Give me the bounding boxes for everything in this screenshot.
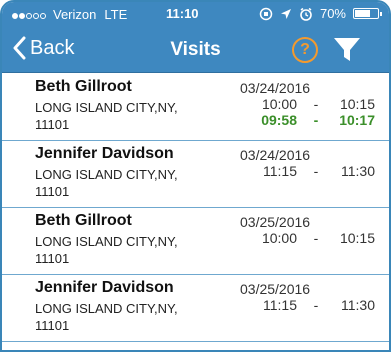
signal-dot <box>26 13 32 19</box>
scheduled-end: 10:15 <box>339 96 375 112</box>
visit-row[interactable]: Beth Gillroot LONG ISLAND CITY,NY, 11101 03… <box>2 74 389 141</box>
page-title: Visits <box>170 39 221 60</box>
signal-dot <box>19 13 25 19</box>
scheduled-time: 10:00- 10:15 <box>240 96 385 112</box>
battery-icon <box>353 8 382 19</box>
time-separator: - <box>313 163 319 179</box>
visit-date: 03/24/2016 <box>240 147 311 163</box>
address-line1: LONG ISLAND CITY,NY, <box>35 234 178 249</box>
scheduled-start: 10:00 <box>261 230 297 246</box>
address-line2: 11101 <box>35 318 70 333</box>
scheduled-end: 10:15 <box>339 230 375 246</box>
status-bar: Verizon LTE 11:10 70% <box>2 2 389 27</box>
signal-dot <box>33 13 39 19</box>
visit-date: 03/25/2016 <box>240 214 311 230</box>
address-line2: 11101 <box>35 251 70 266</box>
navigation-bar: Back Visits ? <box>2 27 389 73</box>
address-line2: 11101 <box>35 184 70 199</box>
status-icons: 70% <box>259 6 382 21</box>
time-separator: - <box>313 230 319 246</box>
client-address: LONG ISLAND CITY,NY, 11101 <box>35 300 225 334</box>
client-name: Jennifer Davidson <box>35 145 174 162</box>
visit-date: 03/25/2016 <box>240 281 311 297</box>
actual-start: 09:58 <box>261 112 297 128</box>
actual-time: 09:58- 10:17 <box>240 112 385 128</box>
status-time: 11:10 <box>166 6 199 21</box>
visit-schedule: 03/24/2016 11:15- 11:30 <box>240 147 385 179</box>
battery-fill <box>355 10 370 17</box>
battery-percent: 70% <box>319 6 346 21</box>
time-separator: - <box>313 297 319 313</box>
address-line1: LONG ISLAND CITY,NY, <box>35 100 178 115</box>
screen-rotation-lock-icon <box>259 7 273 20</box>
scheduled-time: 10:00- 10:15 <box>240 230 385 246</box>
scheduled-end: 11:30 <box>341 297 375 313</box>
scheduled-time: 11:15- 11:30 <box>240 163 385 179</box>
visit-schedule: 03/25/2016 11:15- 11:30 <box>240 281 385 313</box>
alarm-clock-icon <box>300 7 312 21</box>
actual-end: 10:17 <box>339 112 375 128</box>
network-type: LTE <box>104 7 128 22</box>
visit-date: 03/24/2016 <box>240 80 311 96</box>
client-name: Jennifer Davidson <box>35 279 174 296</box>
scheduled-start: 10:00 <box>261 96 297 112</box>
visit-schedule: 03/24/2016 10:00- 10:15 09:58- 10:17 <box>240 80 385 128</box>
signal-strength-icon <box>12 7 47 22</box>
client-address: LONG ISLAND CITY,NY, 11101 <box>35 233 225 267</box>
client-name: Beth Gillroot <box>35 212 132 229</box>
visit-row[interactable]: Jennifer Davidson LONG ISLAND CITY,NY, 111… <box>2 275 389 342</box>
visit-schedule: 03/25/2016 10:00- 10:15 <box>240 214 385 246</box>
signal-carrier: Verizon LTE <box>12 7 127 22</box>
help-icon: ? <box>300 41 310 58</box>
client-name: Beth Gillroot <box>35 78 132 95</box>
visit-row[interactable]: Beth Gillroot LONG ISLAND CITY,NY, 11101 03… <box>2 208 389 275</box>
visit-client-info: Jennifer Davidson LONG ISLAND CITY,NY, 111… <box>35 144 225 200</box>
client-address: LONG ISLAND CITY,NY, 11101 <box>35 99 225 133</box>
time-separator: - <box>313 112 319 128</box>
visit-client-info: Beth Gillroot LONG ISLAND CITY,NY, 11101 <box>35 77 225 133</box>
help-button[interactable]: ? <box>292 37 318 63</box>
visits-list: Beth Gillroot LONG ISLAND CITY,NY, 11101 03… <box>2 74 389 342</box>
carrier-name: Verizon <box>53 7 97 22</box>
address-line1: LONG ISLAND CITY,NY, <box>35 301 178 316</box>
visit-client-info: Jennifer Davidson LONG ISLAND CITY,NY, 111… <box>35 278 225 334</box>
scheduled-end: 11:30 <box>341 163 375 179</box>
address-line2: 11101 <box>35 117 70 132</box>
visit-client-info: Beth Gillroot LONG ISLAND CITY,NY, 11101 <box>35 211 225 267</box>
address-line1: LONG ISLAND CITY,NY, <box>35 167 178 182</box>
location-arrow-icon <box>280 8 291 19</box>
visit-row[interactable]: Jennifer Davidson LONG ISLAND CITY,NY, 111… <box>2 141 389 208</box>
time-separator: - <box>313 96 319 112</box>
scheduled-start: 11:15 <box>263 163 297 179</box>
app-screen: Verizon LTE 11:10 70% Back Visits ? Beth… <box>0 0 391 352</box>
scheduled-start: 11:15 <box>263 297 297 313</box>
filter-icon[interactable] <box>332 36 362 64</box>
scheduled-time: 11:15- 11:30 <box>240 297 385 313</box>
client-address: LONG ISLAND CITY,NY, 11101 <box>35 166 225 200</box>
signal-dot <box>40 13 46 19</box>
signal-dot <box>12 13 18 19</box>
